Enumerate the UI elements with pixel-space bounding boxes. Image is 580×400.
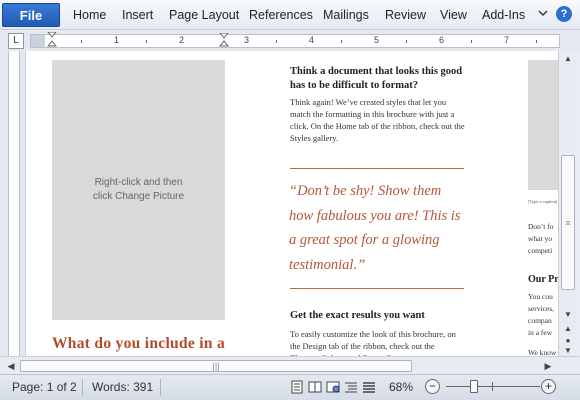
tab-view[interactable]: View xyxy=(440,8,467,22)
middle-heading-2[interactable]: Get the exact results you want xyxy=(290,309,465,323)
right-line: Don’t fo xyxy=(528,222,554,231)
middle-heading-1[interactable]: Think a document that looks this good ha… xyxy=(290,65,465,93)
zoom-in-button[interactable]: + xyxy=(541,379,556,394)
right-line: in a few xyxy=(528,328,553,337)
right-line: You cou xyxy=(528,292,553,301)
vertical-scrollbar[interactable]: ▲ ≡ ▼ ▲ ● ▼ xyxy=(558,51,576,356)
left-heading[interactable]: What do you include in a xyxy=(52,335,225,353)
ribbon-minimize-icon[interactable] xyxy=(536,6,550,20)
status-divider xyxy=(82,379,83,396)
right-line: We know xyxy=(528,348,557,356)
ruler-number: 3 xyxy=(244,35,250,45)
indent-marker-icon[interactable] xyxy=(47,32,57,48)
draft-view-icon[interactable] xyxy=(362,380,376,394)
tab-file[interactable]: File xyxy=(2,3,60,27)
right-line: competi xyxy=(528,246,553,255)
vertical-ruler-bar xyxy=(8,51,20,356)
ruler-tick xyxy=(406,40,407,43)
ribbon-tab-bar: File Home Insert Page Layout References … xyxy=(0,0,580,30)
middle-body-1[interactable]: Think again! We’ve created styles that l… xyxy=(290,96,465,144)
tab-insert[interactable]: Insert xyxy=(122,8,153,22)
vertical-ruler xyxy=(0,51,26,356)
ruler-number: 7 xyxy=(504,35,510,45)
ruler-tick xyxy=(81,40,82,43)
scroll-down-icon[interactable]: ▼ xyxy=(561,309,575,321)
zoom-slider-center-mark xyxy=(492,382,493,391)
ruler-number: 5 xyxy=(374,35,380,45)
right-heading: Our Pr xyxy=(528,274,558,285)
middle-body-2[interactable]: To easily customize the look of this bro… xyxy=(290,328,465,356)
tab-page-layout[interactable]: Page Layout xyxy=(169,8,239,22)
help-icon[interactable]: ? xyxy=(556,6,572,22)
status-bar: Page: 1 of 2 Words: 391 68% − + xyxy=(0,374,580,400)
previous-page-icon[interactable]: ▲ xyxy=(561,323,575,335)
right-line: services, xyxy=(528,304,555,313)
picture-placeholder-text: Right-click and then click Change Pictur… xyxy=(92,177,185,202)
right-picture[interactable] xyxy=(528,60,558,190)
column-marker-icon[interactable] xyxy=(219,33,229,47)
ruler-tick xyxy=(341,40,342,43)
quote-rule-top xyxy=(290,168,464,169)
tab-review[interactable]: Review xyxy=(385,8,426,22)
word-window: File Home Insert Page Layout References … xyxy=(0,0,580,400)
ruler-number: 4 xyxy=(309,35,315,45)
ruler-row: L 1 2 3 4 5 6 7 xyxy=(0,31,580,51)
zoom-slider-track[interactable] xyxy=(446,386,540,387)
document-page[interactable]: Right-click and then click Change Pictur… xyxy=(26,51,558,356)
testimonial-quote[interactable]: “Don’t be shy! Show them how fabulous yo… xyxy=(289,179,469,277)
horizontal-scrollbar[interactable]: ◀ ||| ▶ xyxy=(0,356,580,374)
quote-rule-bottom xyxy=(290,288,464,289)
tab-references[interactable]: References xyxy=(249,8,313,22)
zoom-out-button[interactable]: − xyxy=(425,379,440,394)
tab-add-ins[interactable]: Add-Ins xyxy=(482,8,525,22)
page-count[interactable]: Page: 1 of 2 xyxy=(12,380,77,394)
word-count[interactable]: Words: 391 xyxy=(92,380,153,394)
right-line: what yo xyxy=(528,234,552,243)
ruler-number: 2 xyxy=(179,35,185,45)
ruler-number: 1 xyxy=(114,35,120,45)
scroll-left-icon[interactable]: ◀ xyxy=(5,359,17,373)
tab-selector-button[interactable]: L xyxy=(8,33,24,49)
picture-placeholder[interactable]: Right-click and then click Change Pictur… xyxy=(52,60,225,320)
outline-view-icon[interactable] xyxy=(344,380,358,394)
zoom-slider-thumb[interactable] xyxy=(470,380,479,393)
ruler-tick xyxy=(276,40,277,43)
horizontal-scroll-thumb[interactable]: ||| xyxy=(20,360,412,372)
web-layout-icon[interactable] xyxy=(326,380,340,394)
scroll-right-icon[interactable]: ▶ xyxy=(542,359,554,373)
ruler-number: 6 xyxy=(439,35,445,45)
ruler-tick xyxy=(471,40,472,43)
right-line: compan xyxy=(528,316,552,325)
ruler-tick xyxy=(146,40,147,43)
tab-mailings[interactable]: Mailings xyxy=(323,8,369,22)
status-divider xyxy=(160,379,161,396)
print-layout-icon[interactable] xyxy=(290,380,304,394)
ruler-left-margin xyxy=(31,35,45,47)
vertical-scroll-thumb[interactable]: ≡ xyxy=(561,155,575,290)
right-caption[interactable]: [Type a caption] xyxy=(528,199,557,204)
ruler-tick xyxy=(536,40,537,43)
horizontal-ruler[interactable]: 1 2 3 4 5 6 7 xyxy=(30,32,560,48)
tab-home[interactable]: Home xyxy=(73,8,106,22)
scroll-up-icon[interactable]: ▲ xyxy=(561,53,575,65)
zoom-level[interactable]: 68% xyxy=(389,380,413,394)
full-screen-reading-icon[interactable] xyxy=(308,380,322,394)
